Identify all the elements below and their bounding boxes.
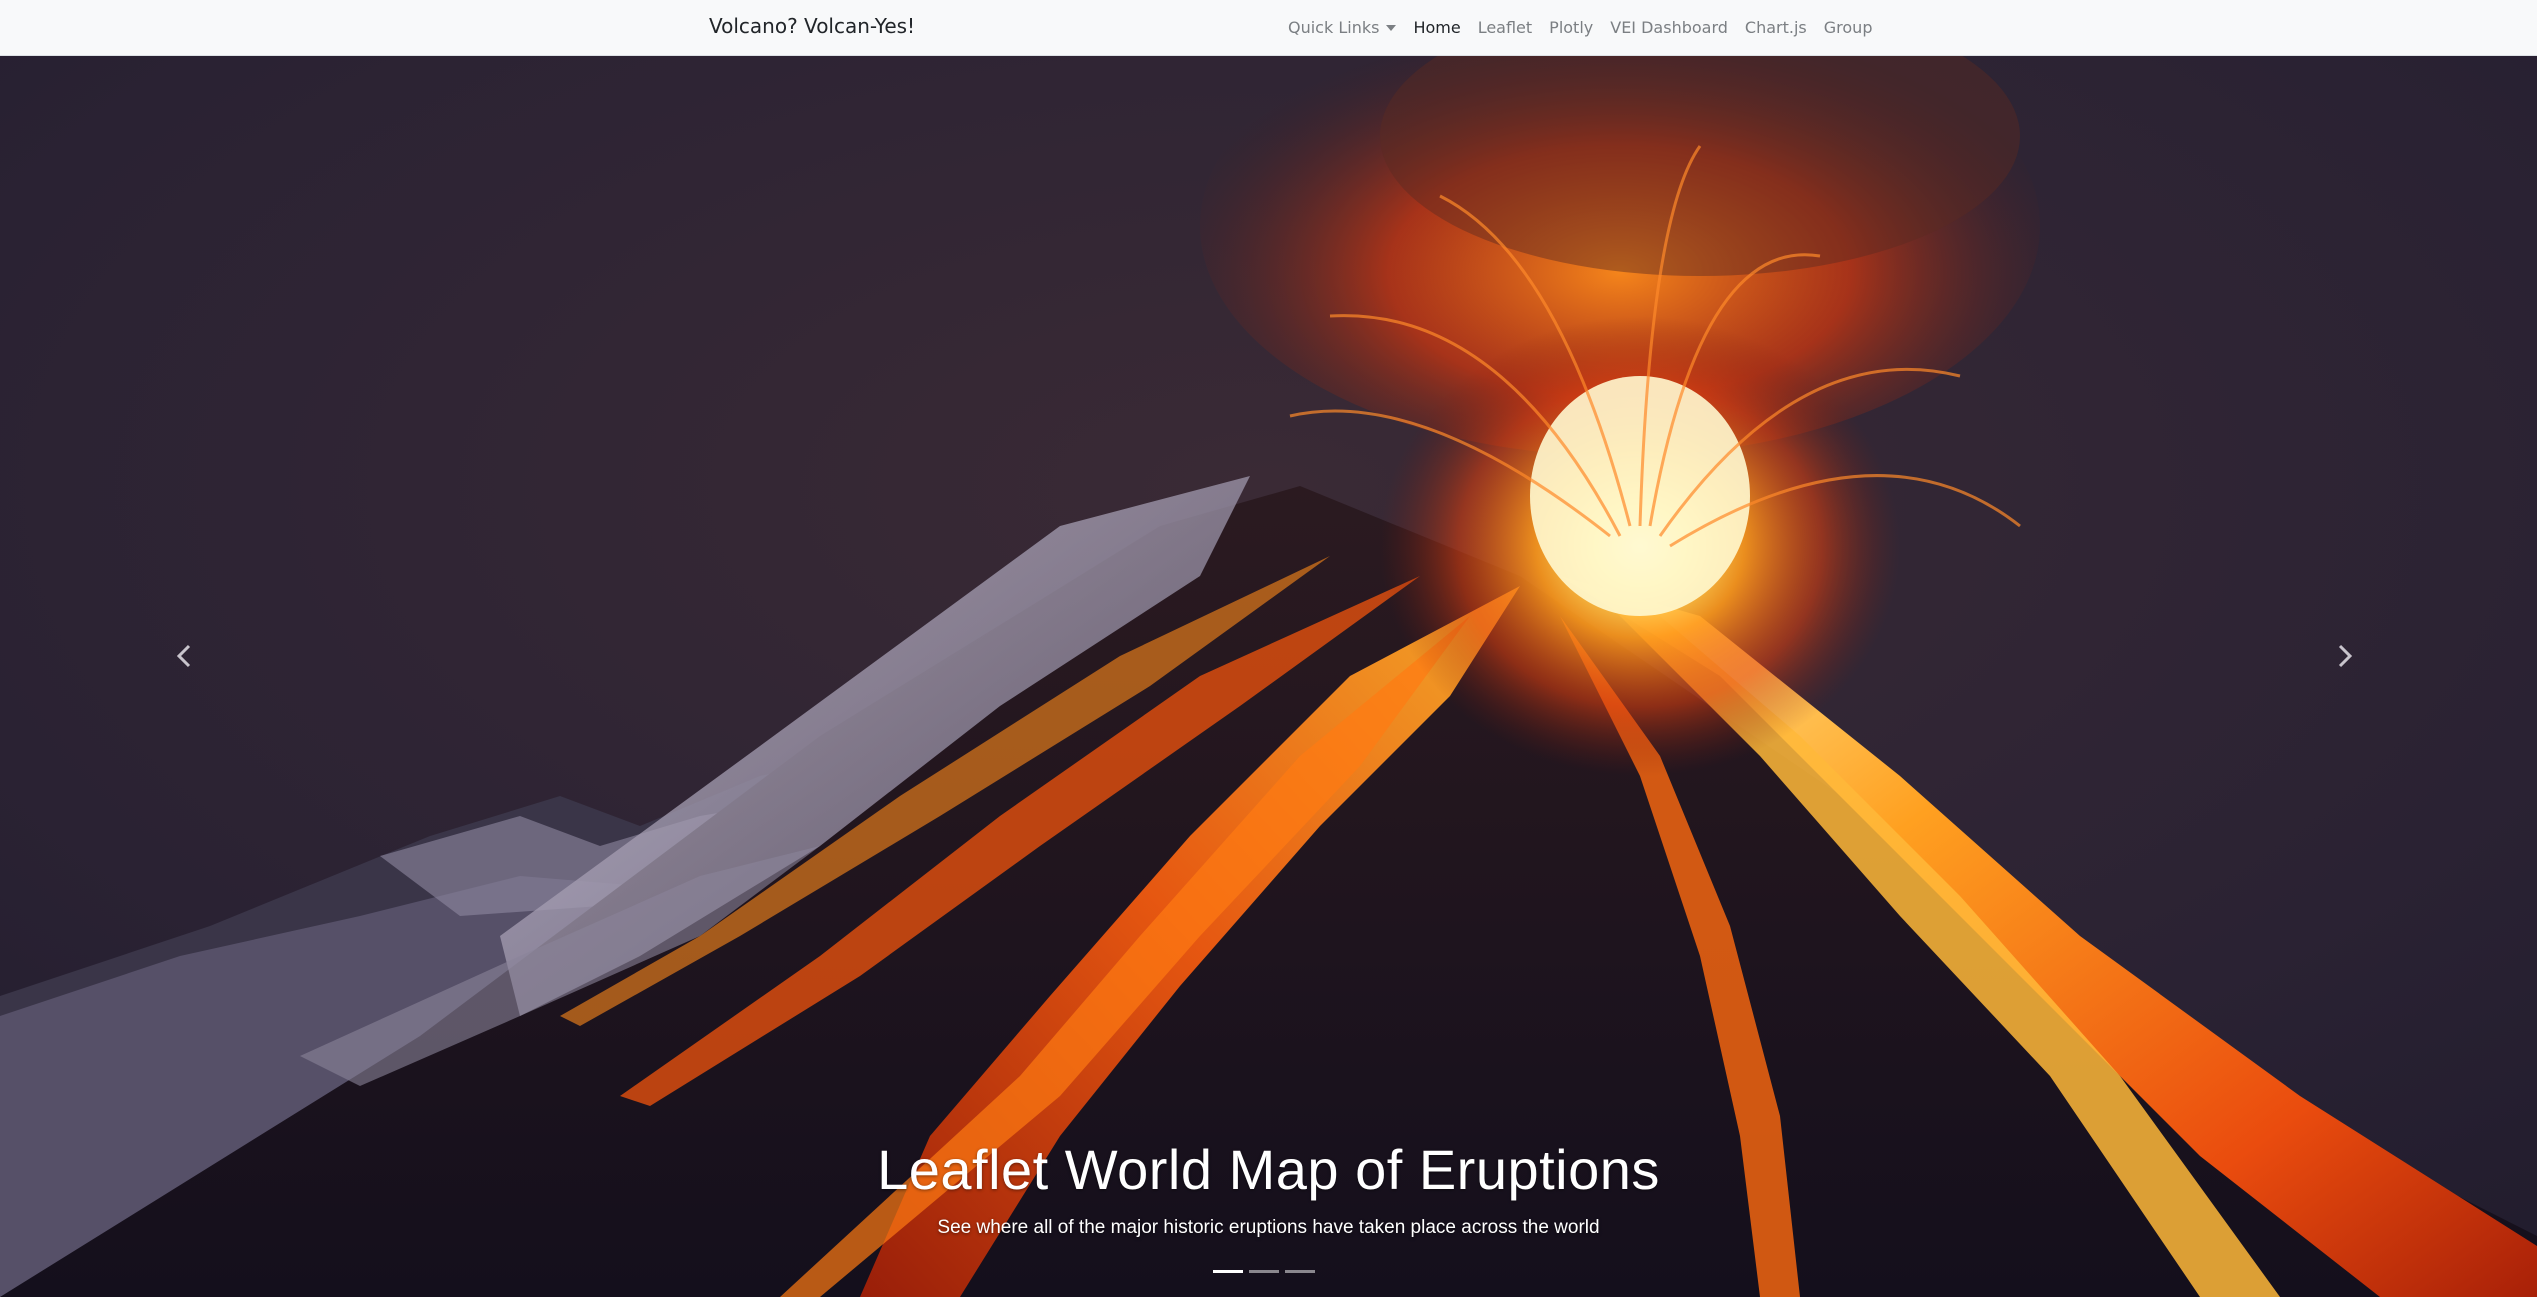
nav-links: Quick Links Home Leaflet Plotly VEI Dash… bbox=[1288, 18, 1889, 37]
carousel-indicator-3[interactable] bbox=[1285, 1270, 1315, 1273]
carousel-indicators bbox=[1213, 1270, 1315, 1273]
nav-group[interactable]: Group bbox=[1824, 18, 1873, 37]
nav-chartjs[interactable]: Chart.js bbox=[1745, 18, 1807, 37]
nav-quick-links-label: Quick Links bbox=[1288, 18, 1380, 37]
nav-home[interactable]: Home bbox=[1413, 18, 1460, 37]
brand-link[interactable]: Volcano? Volcan-Yes! bbox=[709, 14, 915, 38]
nav-plotly[interactable]: Plotly bbox=[1549, 18, 1593, 37]
caret-down-icon bbox=[1386, 25, 1397, 31]
volcano-eruption-image bbox=[0, 56, 2537, 1297]
slide-subtitle: See where all of the major historic erup… bbox=[937, 1217, 1600, 1238]
carousel-prev-button[interactable] bbox=[154, 626, 214, 686]
carousel-next-button[interactable] bbox=[2315, 626, 2375, 686]
nav-quick-links-dropdown[interactable]: Quick Links bbox=[1288, 18, 1397, 37]
nav-leaflet[interactable]: Leaflet bbox=[1478, 18, 1532, 37]
carousel-caption: Leaflet World Map of Eruptions See where… bbox=[0, 1138, 2537, 1240]
chevron-right-icon bbox=[2338, 644, 2353, 668]
carousel-indicator-2[interactable] bbox=[1249, 1270, 1279, 1273]
slide-title: Leaflet World Map of Eruptions bbox=[877, 1138, 1660, 1201]
nav-vei-dashboard[interactable]: VEI Dashboard bbox=[1610, 18, 1728, 37]
navbar: Volcano? Volcan-Yes! Quick Links Home Le… bbox=[0, 0, 2537, 56]
chevron-left-icon bbox=[176, 644, 191, 668]
carousel-indicator-1[interactable] bbox=[1213, 1270, 1243, 1273]
hero-carousel: Leaflet World Map of Eruptions See where… bbox=[0, 56, 2537, 1297]
